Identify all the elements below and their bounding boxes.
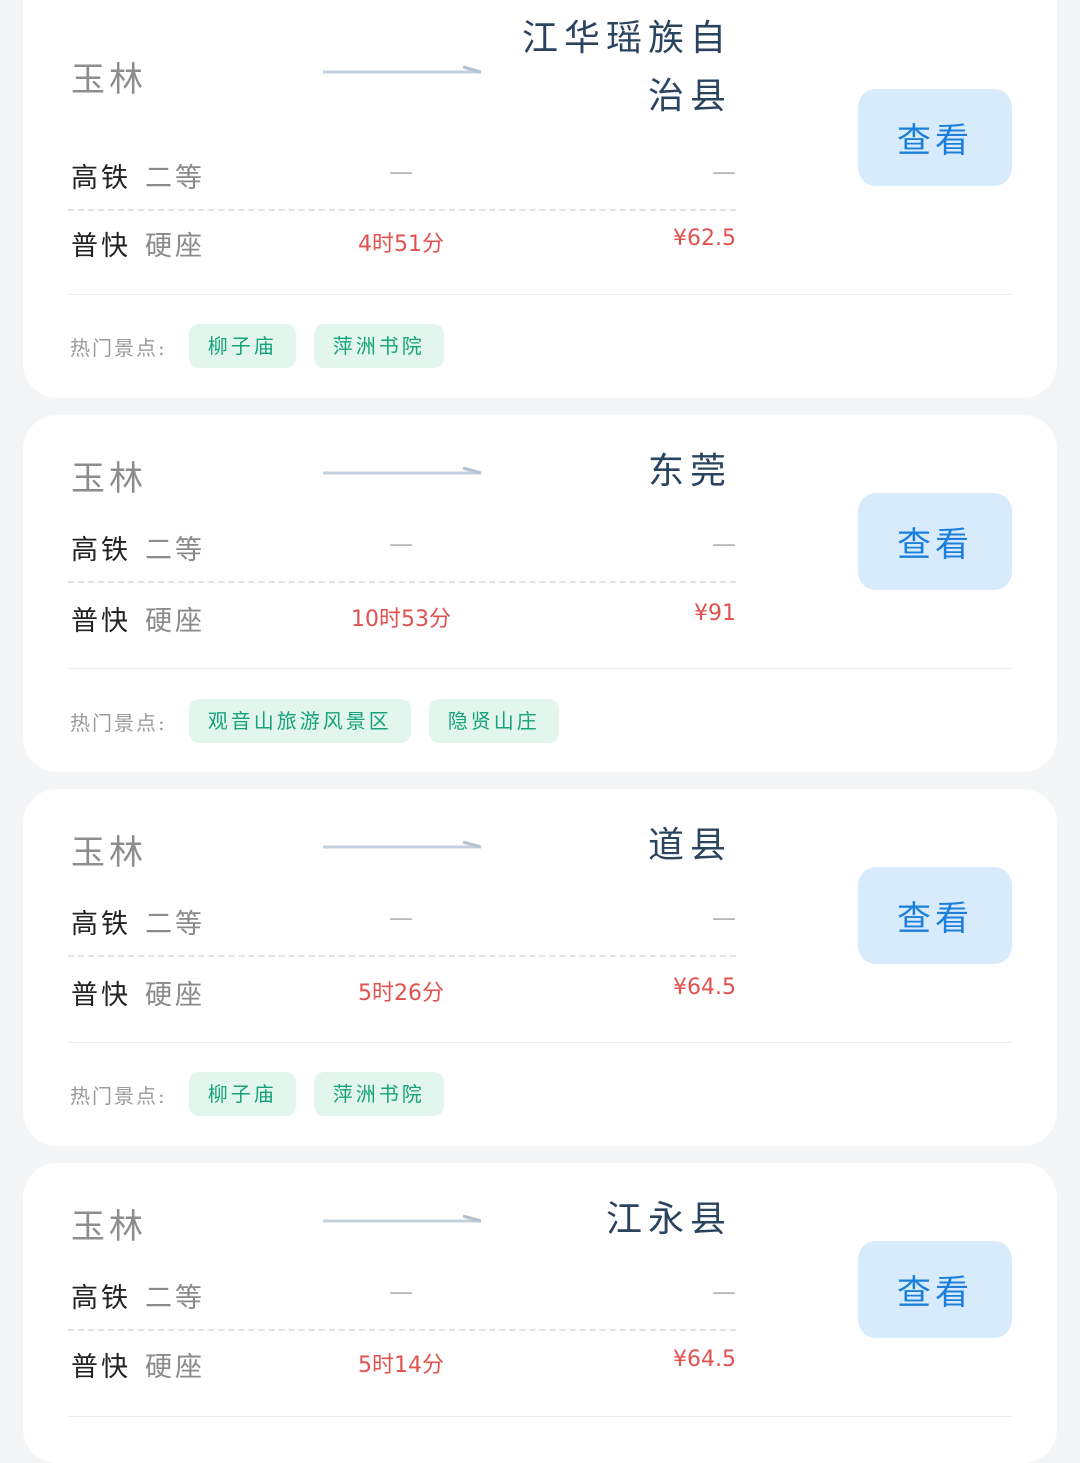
route-arrow-icon <box>323 65 482 74</box>
destination-city: 道县 <box>472 817 732 875</box>
train-type: 高铁 <box>71 535 131 566</box>
price: — <box>712 1278 736 1306</box>
spot-tag[interactable]: 隐贤山庄 <box>428 699 559 743</box>
route-card: 玉林 江永县 高铁 二等 — — 普快 硬座 5时14分 ¥64.5 查看 <box>23 1163 1057 1463</box>
spot-tag[interactable]: 柳子庙 <box>188 1072 296 1116</box>
destination-line: 江华瑶族自 <box>521 18 732 59</box>
route-card: 玉林 东莞 高铁 二等 — — 普快 硬座 10时53分 ¥91 查看 热门景点… <box>23 415 1057 772</box>
seat-class: 硬座 <box>145 606 205 637</box>
duration: — <box>389 158 413 186</box>
destination-line: 治县 <box>647 76 732 117</box>
row-separator <box>68 209 736 211</box>
view-button[interactable]: 查看 <box>858 867 1012 964</box>
spot-tag[interactable]: 观音山旅游风景区 <box>188 699 411 743</box>
destination-line: 江永县 <box>605 1199 732 1240</box>
duration: 5时14分 <box>358 1353 444 1378</box>
hot-spots: 热门景点: 柳子庙 萍洲书院 <box>70 1071 462 1117</box>
duration: — <box>389 1278 413 1306</box>
price: — <box>712 158 736 186</box>
train-type: 普快 <box>71 980 131 1011</box>
train-type: 普快 <box>71 606 131 637</box>
row-separator <box>68 955 736 957</box>
seat-class: 硬座 <box>145 980 205 1011</box>
origin-city: 玉林 <box>71 459 147 499</box>
fare-row-hsr: 高铁 二等 — — <box>71 528 736 568</box>
divider <box>68 1042 1012 1043</box>
route-arrow-icon <box>323 466 482 475</box>
origin-city: 玉林 <box>71 60 147 100</box>
train-type: 普快 <box>71 1352 131 1383</box>
duration: 10时53分 <box>351 607 451 632</box>
duration: — <box>389 904 413 932</box>
destination-city: 东莞 <box>472 443 732 501</box>
destination-line: 道县 <box>647 825 732 866</box>
seat-class: 硬座 <box>145 231 205 262</box>
route-card: 玉林 道县 高铁 二等 — — 普快 硬座 5时26分 ¥64.5 查看 热门景… <box>23 789 1057 1146</box>
price: — <box>712 904 736 932</box>
hot-spots-label: 热门景点: <box>70 710 167 735</box>
seat-class: 二等 <box>145 1283 205 1314</box>
train-type: 高铁 <box>71 909 131 940</box>
train-type: 高铁 <box>71 1283 131 1314</box>
train-type: 普快 <box>71 231 131 262</box>
fare-row-express: 普快 硬座 4时51分 ¥62.5 <box>71 224 736 264</box>
divider <box>68 668 1012 669</box>
view-button[interactable]: 查看 <box>858 493 1012 590</box>
view-button[interactable]: 查看 <box>858 1241 1012 1338</box>
origin-city: 玉林 <box>71 833 147 873</box>
destination-line: 东莞 <box>647 451 732 492</box>
origin-city: 玉林 <box>71 1207 147 1247</box>
divider <box>68 1416 1012 1417</box>
hot-spots-label: 热门景点: <box>70 335 167 360</box>
fare-row-hsr: 高铁 二等 — — <box>71 156 736 196</box>
duration: 5时26分 <box>358 981 444 1006</box>
fare-row-hsr: 高铁 二等 — — <box>71 1276 736 1316</box>
destination-city: 江永县 <box>472 1191 732 1249</box>
fare-row-express: 普快 硬座 5时14分 ¥64.5 <box>71 1345 736 1385</box>
seat-class: 硬座 <box>145 1352 205 1383</box>
row-separator <box>68 581 736 583</box>
train-type: 高铁 <box>71 163 131 194</box>
view-button[interactable]: 查看 <box>858 89 1012 186</box>
fare-row-express: 普快 硬座 5时26分 ¥64.5 <box>71 973 736 1013</box>
spot-tag[interactable]: 萍洲书院 <box>313 1072 444 1116</box>
price: ¥62.5 <box>673 226 736 251</box>
hot-spots: 热门景点: 观音山旅游风景区 隐贤山庄 <box>70 698 577 744</box>
hot-spots: 热门景点: 柳子庙 萍洲书院 <box>70 323 462 369</box>
spot-tag[interactable]: 萍洲书院 <box>313 324 444 368</box>
seat-class: 二等 <box>145 909 205 940</box>
destination-city: 江华瑶族自 治县 <box>472 10 732 126</box>
seat-class: 二等 <box>145 163 205 194</box>
row-separator <box>68 1329 736 1331</box>
price: ¥64.5 <box>673 1347 736 1372</box>
fare-row-hsr: 高铁 二等 — — <box>71 902 736 942</box>
price: — <box>712 530 736 558</box>
divider <box>68 294 1012 295</box>
spot-tag[interactable]: 柳子庙 <box>188 324 296 368</box>
price: ¥91 <box>694 601 736 626</box>
route-arrow-icon <box>323 1214 482 1223</box>
duration: 4时51分 <box>358 232 444 257</box>
fare-row-express: 普快 硬座 10时53分 ¥91 <box>71 599 736 639</box>
seat-class: 二等 <box>145 535 205 566</box>
route-arrow-icon <box>323 840 482 849</box>
hot-spots-label: 热门景点: <box>70 1083 167 1108</box>
price: ¥64.5 <box>673 975 736 1000</box>
route-card: 玉林 江华瑶族自 治县 高铁 二等 — — 普快 硬座 4时51分 ¥62.5 … <box>23 0 1057 398</box>
duration: — <box>389 530 413 558</box>
